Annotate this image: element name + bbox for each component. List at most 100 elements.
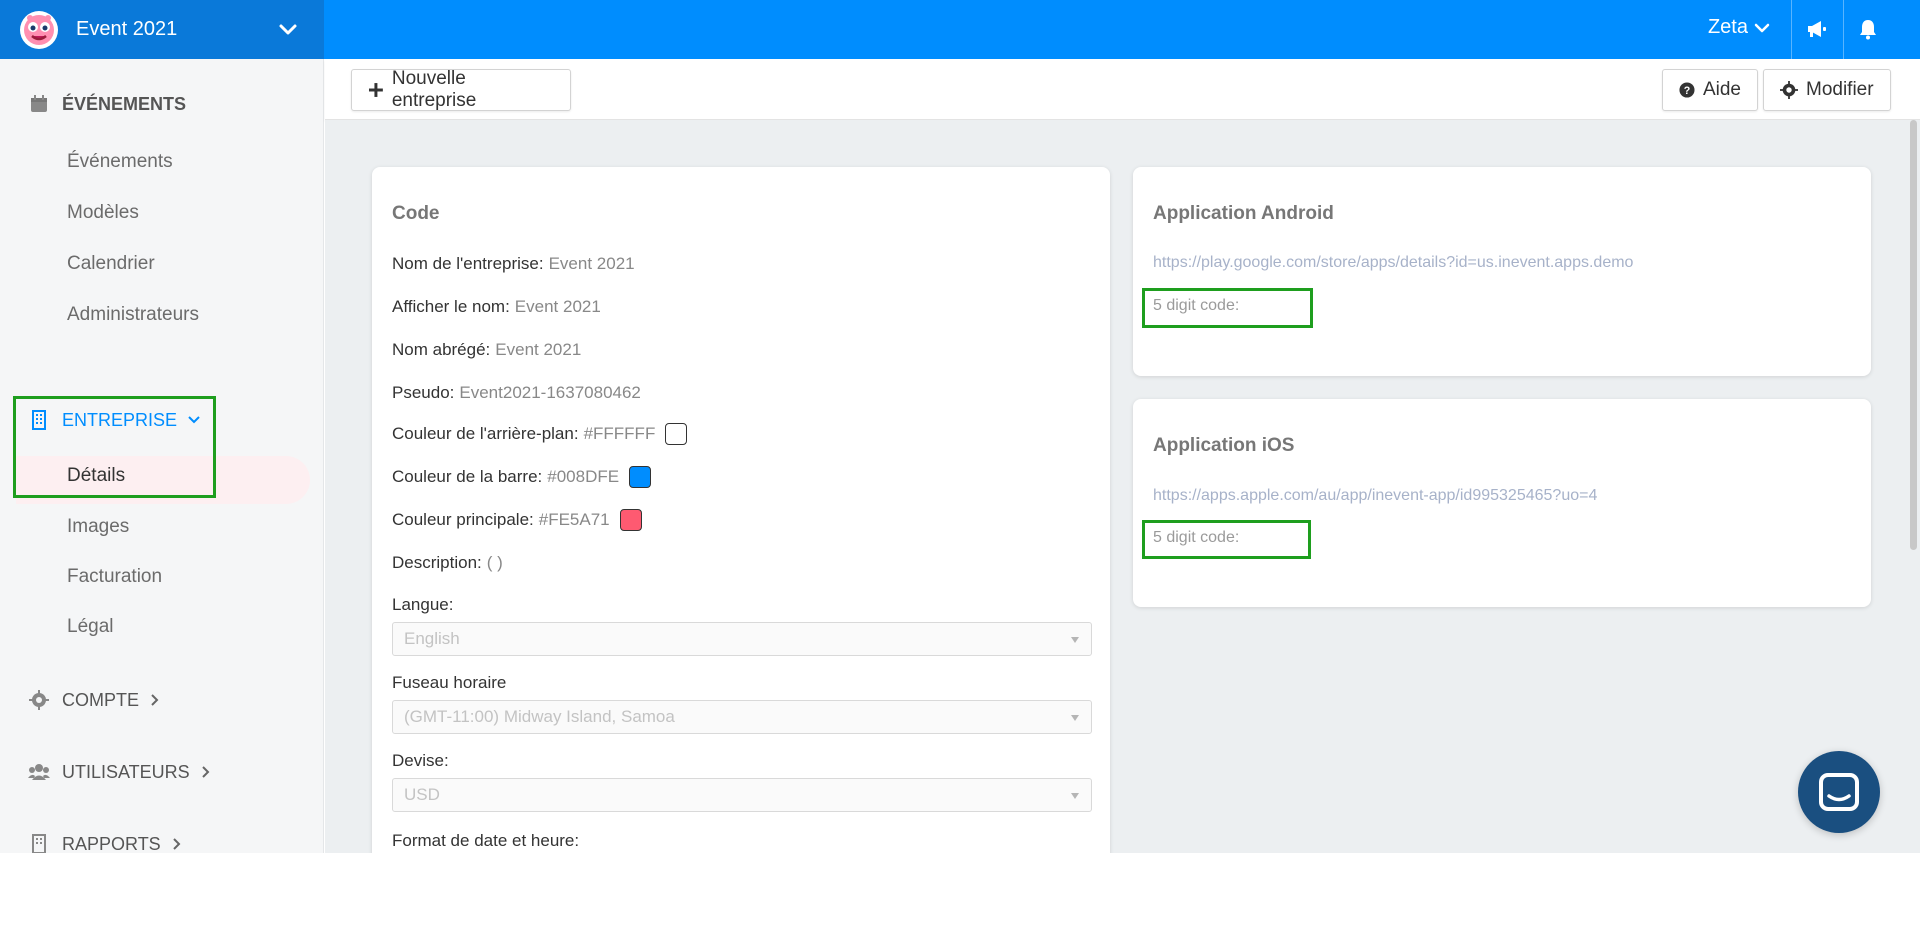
color-swatch xyxy=(629,466,652,488)
caret-down-icon xyxy=(1071,715,1079,721)
scrollbar-thumb[interactable] xyxy=(1910,120,1917,550)
svg-text:?: ? xyxy=(1684,85,1691,97)
field-value: #008DFE xyxy=(547,467,620,486)
sidebar-item-events[interactable]: Événements xyxy=(67,151,173,173)
android-app-card: Application Android https://play.google.… xyxy=(1133,167,1871,376)
sidebar-item-calendar[interactable]: Calendrier xyxy=(67,253,155,275)
ios-store-link[interactable]: https://apps.apple.com/au/app/inevent-ap… xyxy=(1153,487,1597,505)
bell-icon[interactable] xyxy=(1856,17,1880,41)
user-menu[interactable]: Zeta xyxy=(1708,16,1770,39)
main-content: Code Nom de l'entreprise: Event 2021 Aff… xyxy=(325,120,1920,853)
background-color-row: Couleur de l'arrière-plan: #FFFFFF xyxy=(392,423,688,445)
highlight-box xyxy=(13,396,216,498)
card-title: Code xyxy=(392,203,440,224)
field-label: Nom de l'entreprise: xyxy=(392,254,544,273)
chevron-right-icon xyxy=(201,766,210,778)
code-card: Code Nom de l'entreprise: Event 2021 Aff… xyxy=(372,167,1110,853)
field-label: Couleur de l'arrière-plan: xyxy=(392,424,579,443)
field-value: #FFFFFF xyxy=(583,424,656,443)
toolbar: Nouvelle entreprise ? Aide Modifier xyxy=(325,59,1920,120)
sidebar-item-templates[interactable]: Modèles xyxy=(67,202,139,224)
sidebar-section-label: RAPPORTS xyxy=(62,833,161,854)
currency-select[interactable]: USD xyxy=(392,778,1092,812)
ios-app-card: Application iOS https://apps.apple.com/a… xyxy=(1133,399,1871,607)
sidebar-section-events[interactable]: ÉVÉNEMENTS xyxy=(28,93,186,115)
sidebar-item-legal[interactable]: Légal xyxy=(67,616,114,638)
sidebar-item-images[interactable]: Images xyxy=(67,516,129,538)
sidebar-section-account[interactable]: COMPTE xyxy=(28,689,161,711)
chat-icon xyxy=(1819,773,1859,811)
new-company-button[interactable]: Nouvelle entreprise xyxy=(351,68,571,111)
help-label: Aide xyxy=(1702,79,1741,100)
field-label: Couleur principale: xyxy=(392,510,534,529)
field-label: Nom abrégé: xyxy=(392,340,491,359)
field-value: Event 2021 xyxy=(514,297,601,316)
language-label: Langue: xyxy=(392,595,454,614)
field-label: Description: xyxy=(392,553,482,572)
top-bar: Event 2021 Zeta xyxy=(0,0,1920,59)
currency-label: Devise: xyxy=(392,751,449,770)
card-title: Application Android xyxy=(1153,203,1334,224)
field-label: Pseudo: xyxy=(392,383,455,402)
field-label: Afficher le nom: xyxy=(392,297,510,316)
field-value: Event 2021 xyxy=(548,254,635,273)
field-value: Event2021-1637080462 xyxy=(459,383,641,402)
sidebar-item-billing[interactable]: Facturation xyxy=(67,566,162,588)
sidebar-section-users[interactable]: UTILISATEURS xyxy=(28,761,212,783)
select-value: English xyxy=(404,629,460,648)
short-name-row: Nom abrégé: Event 2021 xyxy=(392,340,581,360)
users-icon xyxy=(28,761,50,783)
new-company-label: Nouvelle entreprise xyxy=(391,68,477,111)
edit-label: Modifier xyxy=(1806,79,1874,100)
datetime-format-label: Format de date et heure: xyxy=(392,831,580,850)
caret-down-icon xyxy=(1071,637,1079,643)
field-value: Event 2021 xyxy=(495,340,582,359)
event-switcher[interactable]: Event 2021 xyxy=(0,0,324,59)
description-row: Description: ( ) xyxy=(392,553,503,573)
help-button[interactable]: ? Aide xyxy=(1662,69,1758,111)
select-value: USD xyxy=(404,785,440,804)
timezone-select[interactable]: (GMT-11:00) Midway Island, Samoa xyxy=(392,700,1092,734)
event-logo-icon xyxy=(20,10,58,49)
event-title: Event 2021 xyxy=(76,18,178,40)
vertical-scrollbar[interactable] xyxy=(1906,120,1920,853)
divider xyxy=(1791,0,1792,59)
field-value: ( ) xyxy=(486,553,503,572)
field-value: #FE5A71 xyxy=(538,510,610,529)
sidebar-section-label: COMPTE xyxy=(62,689,140,710)
divider xyxy=(1843,0,1844,59)
card-title: Application iOS xyxy=(1153,435,1295,456)
select-value: (GMT-11:00) Midway Island, Samoa xyxy=(404,707,675,726)
highlight-box xyxy=(1142,520,1311,559)
chevron-right-icon xyxy=(151,694,159,706)
chevron-down-icon xyxy=(1754,23,1770,32)
display-name-row: Afficher le nom: Event 2021 xyxy=(392,297,601,317)
color-swatch xyxy=(619,509,642,531)
megaphone-icon[interactable] xyxy=(1805,17,1829,41)
sidebar-section-label: UTILISATEURS xyxy=(62,761,190,782)
plus-icon xyxy=(368,83,383,97)
user-name: Zeta xyxy=(1707,16,1748,38)
edit-button[interactable]: Modifier xyxy=(1763,69,1891,111)
sidebar-section-reports[interactable]: RAPPORTS xyxy=(28,833,183,853)
main-color-row: Couleur principale: #FE5A71 xyxy=(392,509,642,531)
field-label: Couleur de la barre: xyxy=(392,467,543,486)
sidebar-section-label: ÉVÉNEMENTS xyxy=(62,93,187,114)
bar-color-row: Couleur de la barre: #008DFE xyxy=(392,466,652,488)
caret-down-icon xyxy=(1071,793,1079,799)
chat-launcher-button[interactable] xyxy=(1798,751,1880,833)
timezone-label: Fuseau horaire xyxy=(392,673,507,692)
android-store-link[interactable]: https://play.google.com/store/apps/detai… xyxy=(1153,254,1633,272)
sidebar-item-admins[interactable]: Administrateurs xyxy=(67,304,199,326)
chevron-down-icon[interactable] xyxy=(278,20,298,40)
gear-icon xyxy=(28,689,50,711)
question-circle-icon: ? xyxy=(1679,82,1695,98)
highlight-box xyxy=(1142,288,1313,328)
page-bottom xyxy=(0,853,1920,936)
language-select[interactable]: English xyxy=(392,622,1092,656)
building-icon xyxy=(28,833,50,853)
gear-icon xyxy=(1780,81,1798,99)
nickname-row: Pseudo: Event2021-1637080462 xyxy=(392,383,641,403)
chevron-right-icon xyxy=(172,838,181,850)
calendar-icon xyxy=(28,93,50,115)
